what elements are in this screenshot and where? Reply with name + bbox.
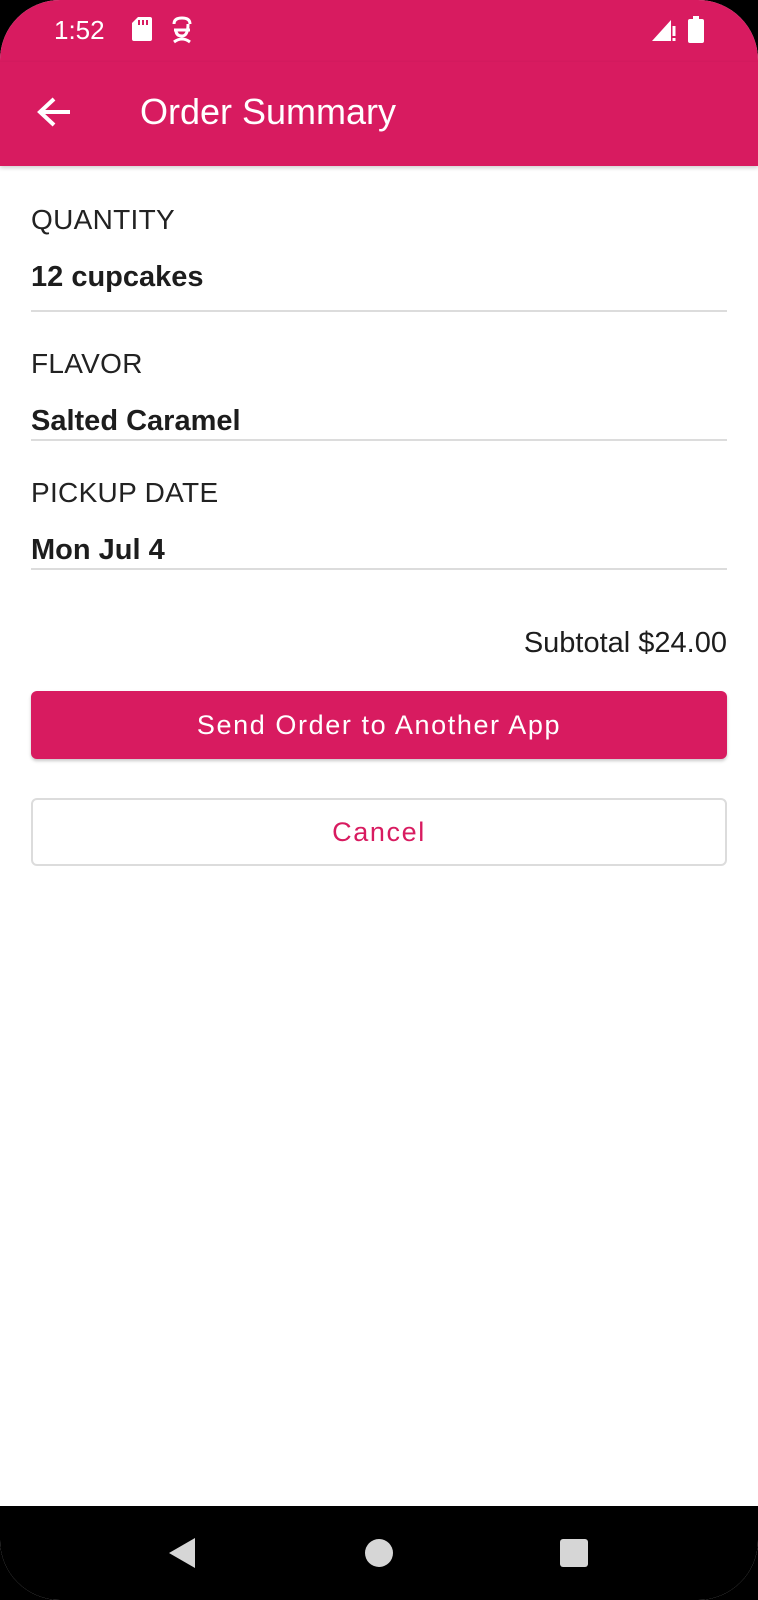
arrow-back-icon	[37, 97, 70, 127]
pickup-date-row: PICKUP DATE Mon Jul 4	[31, 441, 727, 570]
nav-recents-button[interactable]	[549, 1528, 599, 1578]
sd-card-icon	[132, 17, 152, 41]
system-nav-bar	[0, 1506, 758, 1600]
flavor-value: Salted Caramel	[31, 405, 241, 437]
send-order-button[interactable]: Send Order to Another App	[31, 691, 727, 759]
signal-icon	[652, 20, 676, 41]
status-bar: 1:52	[0, 0, 758, 62]
order-summary-content: QUANTITY 12 cupcakes FLAVOR Salted Caram…	[31, 166, 727, 866]
pickup-date-value: Mon Jul 4	[31, 534, 165, 566]
back-triangle-icon	[169, 1538, 195, 1568]
flavor-label: FLAVOR	[31, 348, 143, 379]
page-title: Order Summary	[140, 91, 397, 132]
nav-back-button[interactable]	[157, 1528, 207, 1578]
recents-square-icon	[560, 1539, 588, 1567]
cancel-button[interactable]: Cancel	[31, 798, 727, 866]
quantity-value: 12 cupcakes	[31, 261, 204, 293]
home-circle-icon	[365, 1539, 393, 1567]
pickup-date-label: PICKUP DATE	[31, 477, 219, 508]
phone-screen: 1:52 Order Summary QUANTITY 12 cupcakes …	[0, 0, 758, 1600]
quantity-row: QUANTITY 12 cupcakes	[31, 166, 727, 312]
app-notification-icon	[172, 16, 192, 44]
back-button[interactable]	[26, 84, 82, 140]
quantity-label: QUANTITY	[31, 204, 175, 235]
flavor-row: FLAVOR Salted Caramel	[31, 312, 727, 441]
app-bar: Order Summary	[0, 62, 758, 166]
nav-home-button[interactable]	[354, 1528, 404, 1578]
status-time: 1:52	[54, 15, 105, 45]
battery-icon	[688, 16, 704, 43]
subtotal-text: Subtotal $24.00	[523, 627, 727, 659]
